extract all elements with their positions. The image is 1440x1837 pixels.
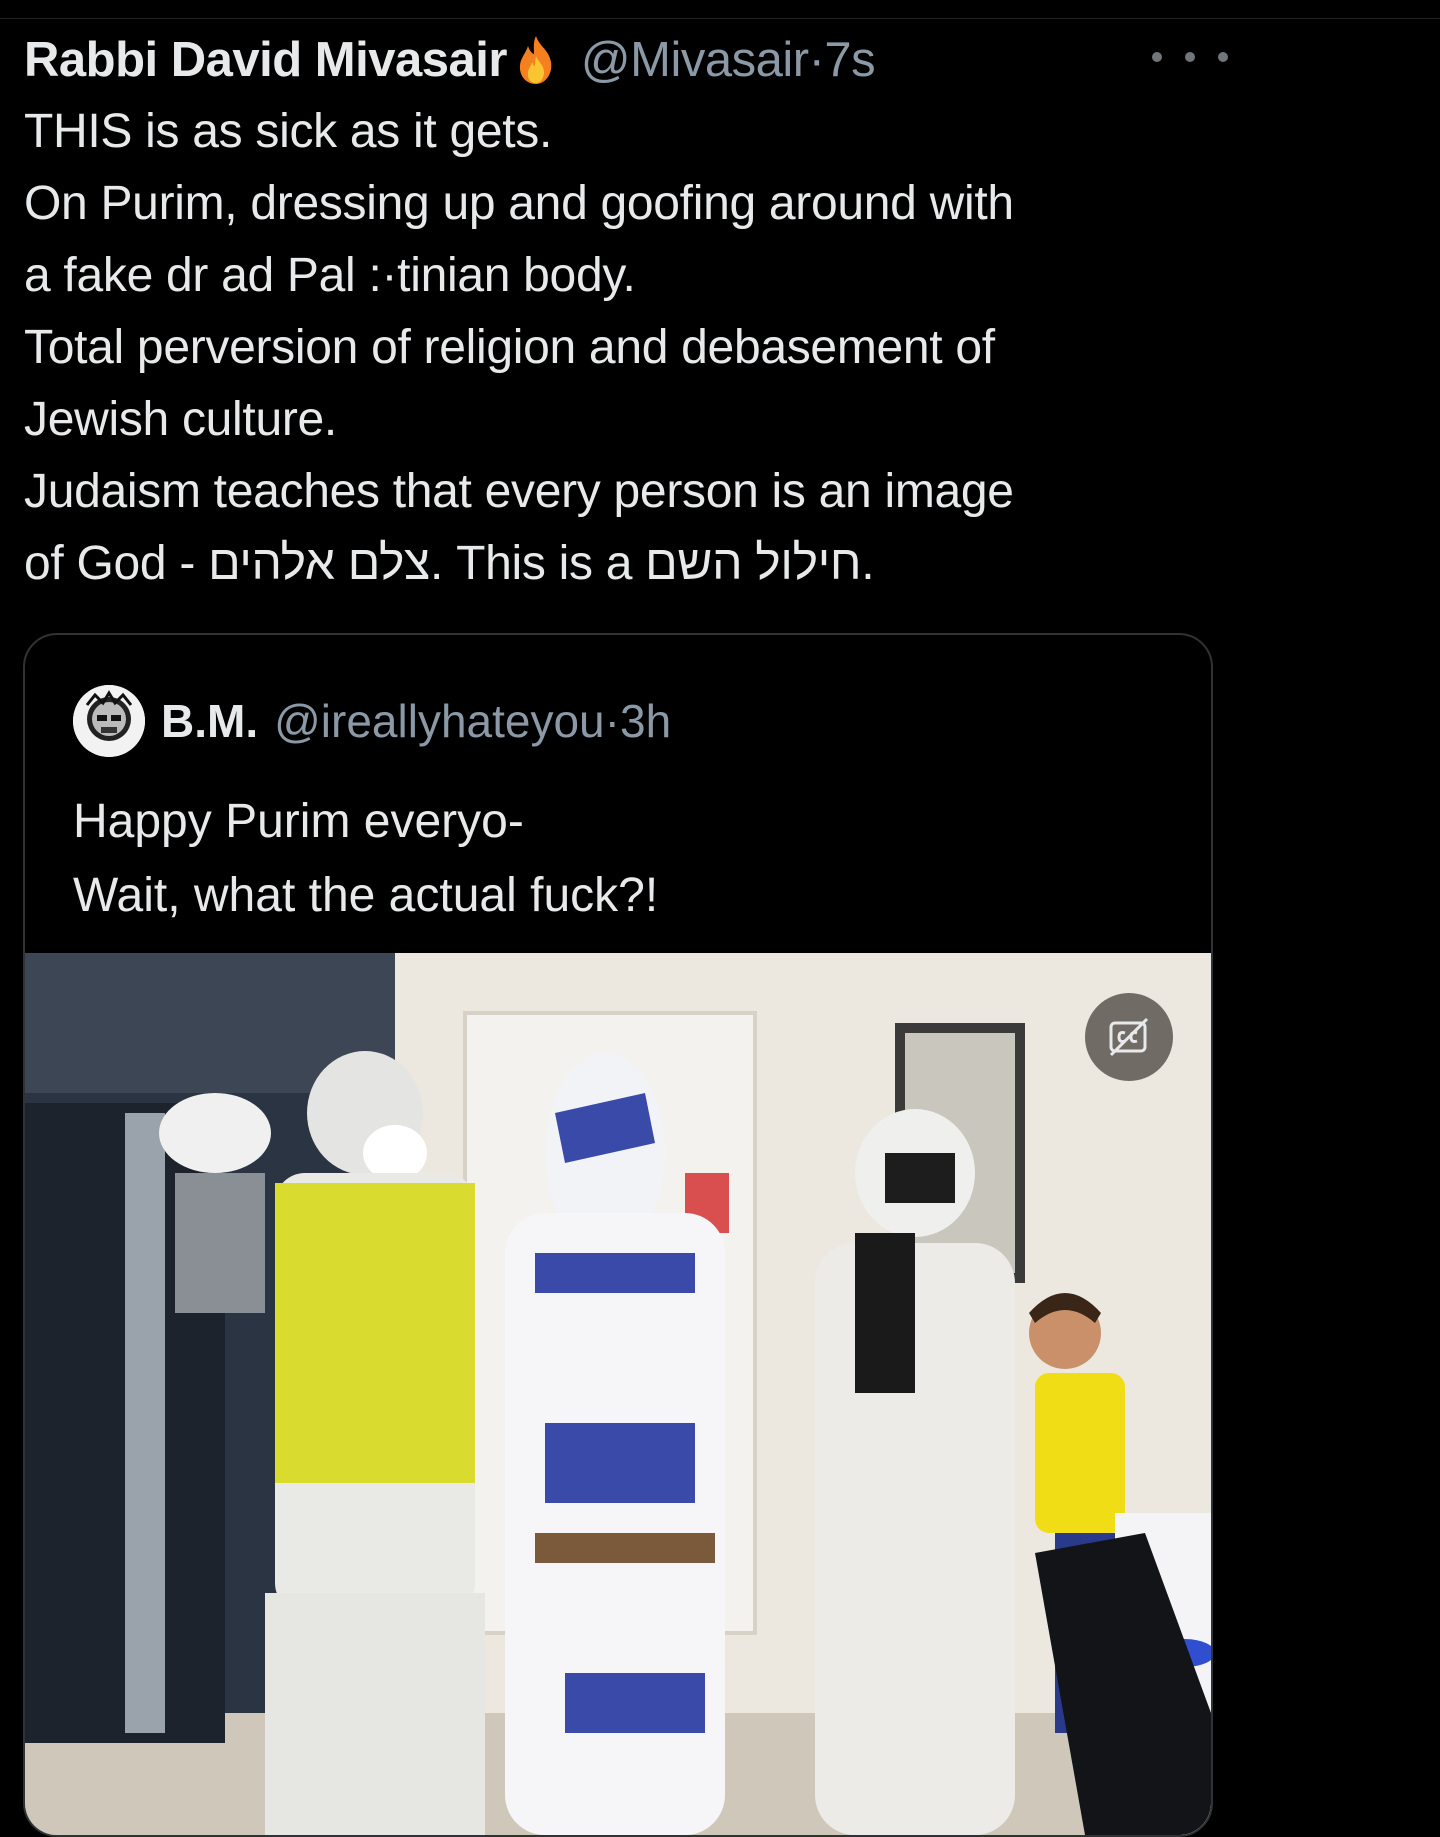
top-divider bbox=[0, 0, 1440, 19]
quoted-tweet-time[interactable]: 3h bbox=[620, 694, 671, 748]
quoted-text-line: Happy Purim everyo- bbox=[73, 795, 524, 848]
tweet-text-line: On Purim, dressing up and goofing around… bbox=[24, 177, 1014, 230]
quoted-tweet-header: B.M. @ireallyhateyou · 3h bbox=[73, 685, 671, 757]
tweet-time[interactable]: 7s bbox=[824, 32, 875, 88]
tweet-text: THIS is as sick as it gets. On Purim, dr… bbox=[24, 96, 1214, 600]
tweet-text-line: of God - צלם אלהים. This is a חילול השם. bbox=[24, 537, 875, 590]
tweet-text-line: Jewish culture. bbox=[24, 393, 337, 446]
tweet-text-line: THIS is as sick as it gets. bbox=[24, 105, 553, 158]
quoted-author-name[interactable]: B.M. bbox=[161, 694, 258, 748]
more-horizontal-icon[interactable] bbox=[1152, 42, 1228, 72]
quoted-author-handle[interactable]: @ireallyhateyou bbox=[274, 694, 605, 748]
author-name[interactable]: Rabbi David Mivasair bbox=[24, 32, 507, 88]
quoted-header-separator: · bbox=[604, 695, 620, 747]
quoted-tweet-card[interactable]: B.M. @ireallyhateyou · 3h Happy Purim ev… bbox=[23, 633, 1213, 1837]
quoted-tweet-text: Happy Purim everyo- Wait, what the actua… bbox=[73, 785, 658, 933]
quoted-text-line: Wait, what the actual fuck?! bbox=[73, 869, 659, 922]
tweet-text-line: Total perversion of religion and debasem… bbox=[24, 321, 995, 374]
tweet-text-line: Judaism teaches that every person is an … bbox=[24, 465, 1014, 518]
video-frame bbox=[25, 953, 1211, 1835]
author-handle[interactable]: @Mivasair bbox=[581, 32, 809, 88]
tweet-header: Rabbi David Mivasair @Mivasair · 7s bbox=[24, 30, 1214, 90]
tweet-text-line: a fake dr ad Pal :·tinian body. bbox=[24, 249, 636, 302]
avatar[interactable] bbox=[73, 685, 145, 757]
captions-off-icon[interactable] bbox=[1085, 993, 1173, 1081]
tweet[interactable]: Rabbi David Mivasair @Mivasair · 7s THIS… bbox=[24, 30, 1228, 600]
video-player[interactable] bbox=[25, 953, 1211, 1835]
flame-icon bbox=[515, 34, 557, 86]
header-separator: · bbox=[808, 33, 825, 87]
